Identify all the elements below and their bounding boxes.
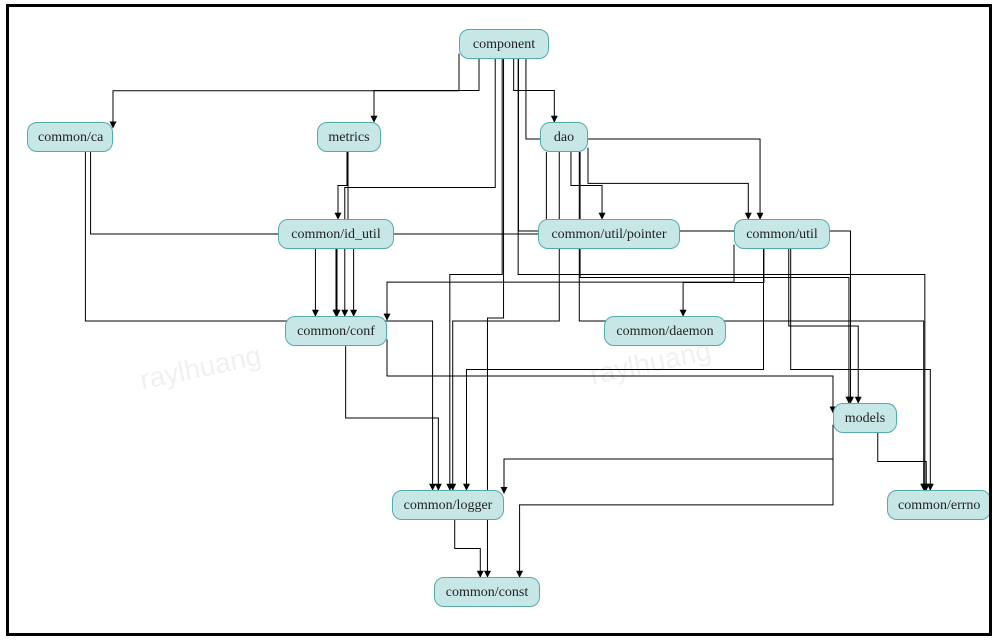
edge-common_util-models — [789, 249, 858, 403]
node-common-const: common/const — [434, 577, 540, 607]
node-common-ca: common/ca — [27, 122, 113, 152]
edge-models-common_logger — [504, 425, 833, 494]
edge-common_util-common_logger — [466, 249, 763, 490]
edge-models-common_const — [520, 433, 833, 577]
node-common-logger: common/logger — [392, 490, 504, 520]
edge-common_util-common_daemon — [683, 249, 764, 316]
edge-component-dao — [514, 59, 555, 122]
node-common-daemon: common/daemon — [604, 316, 726, 346]
edge-common_logger-common_const — [455, 520, 481, 577]
node-common-errno: common/errno — [887, 490, 991, 520]
node-models: models — [833, 403, 897, 433]
node-dao: dao — [540, 122, 588, 152]
edge-dao-common_logger — [453, 152, 560, 490]
edge-component-common_conf — [345, 59, 495, 316]
node-common-util-pointer: common/util/pointer — [538, 219, 680, 249]
node-metrics: metrics — [317, 122, 381, 152]
edges-layer — [9, 7, 989, 633]
node-common-util: common/util — [734, 219, 830, 249]
edge-dao-models — [580, 152, 849, 403]
edge-common_conf-models — [387, 339, 833, 412]
edge-common_util-common_errno — [791, 249, 931, 490]
edge-component-metrics — [374, 59, 479, 122]
watermark-1: raylhuang — [137, 340, 264, 397]
node-common-id-util: common/id_util — [278, 219, 394, 249]
edge-component-common_logger — [450, 59, 502, 490]
edge-common_util-common_conf — [387, 244, 734, 319]
node-component: component — [459, 29, 549, 59]
edge-common_conf-common_logger — [346, 346, 439, 490]
edge-component-common_ca — [113, 54, 459, 128]
edge-models-common_errno — [878, 433, 926, 490]
node-common-conf: common/conf — [285, 316, 387, 346]
diagram-frame: raylhuang raylhuang component common/ca … — [6, 4, 992, 636]
edge-metrics-common_id_util — [338, 152, 347, 219]
edge-dao-common_util — [588, 148, 748, 219]
edge-dao-common_util_pointer — [571, 152, 602, 219]
